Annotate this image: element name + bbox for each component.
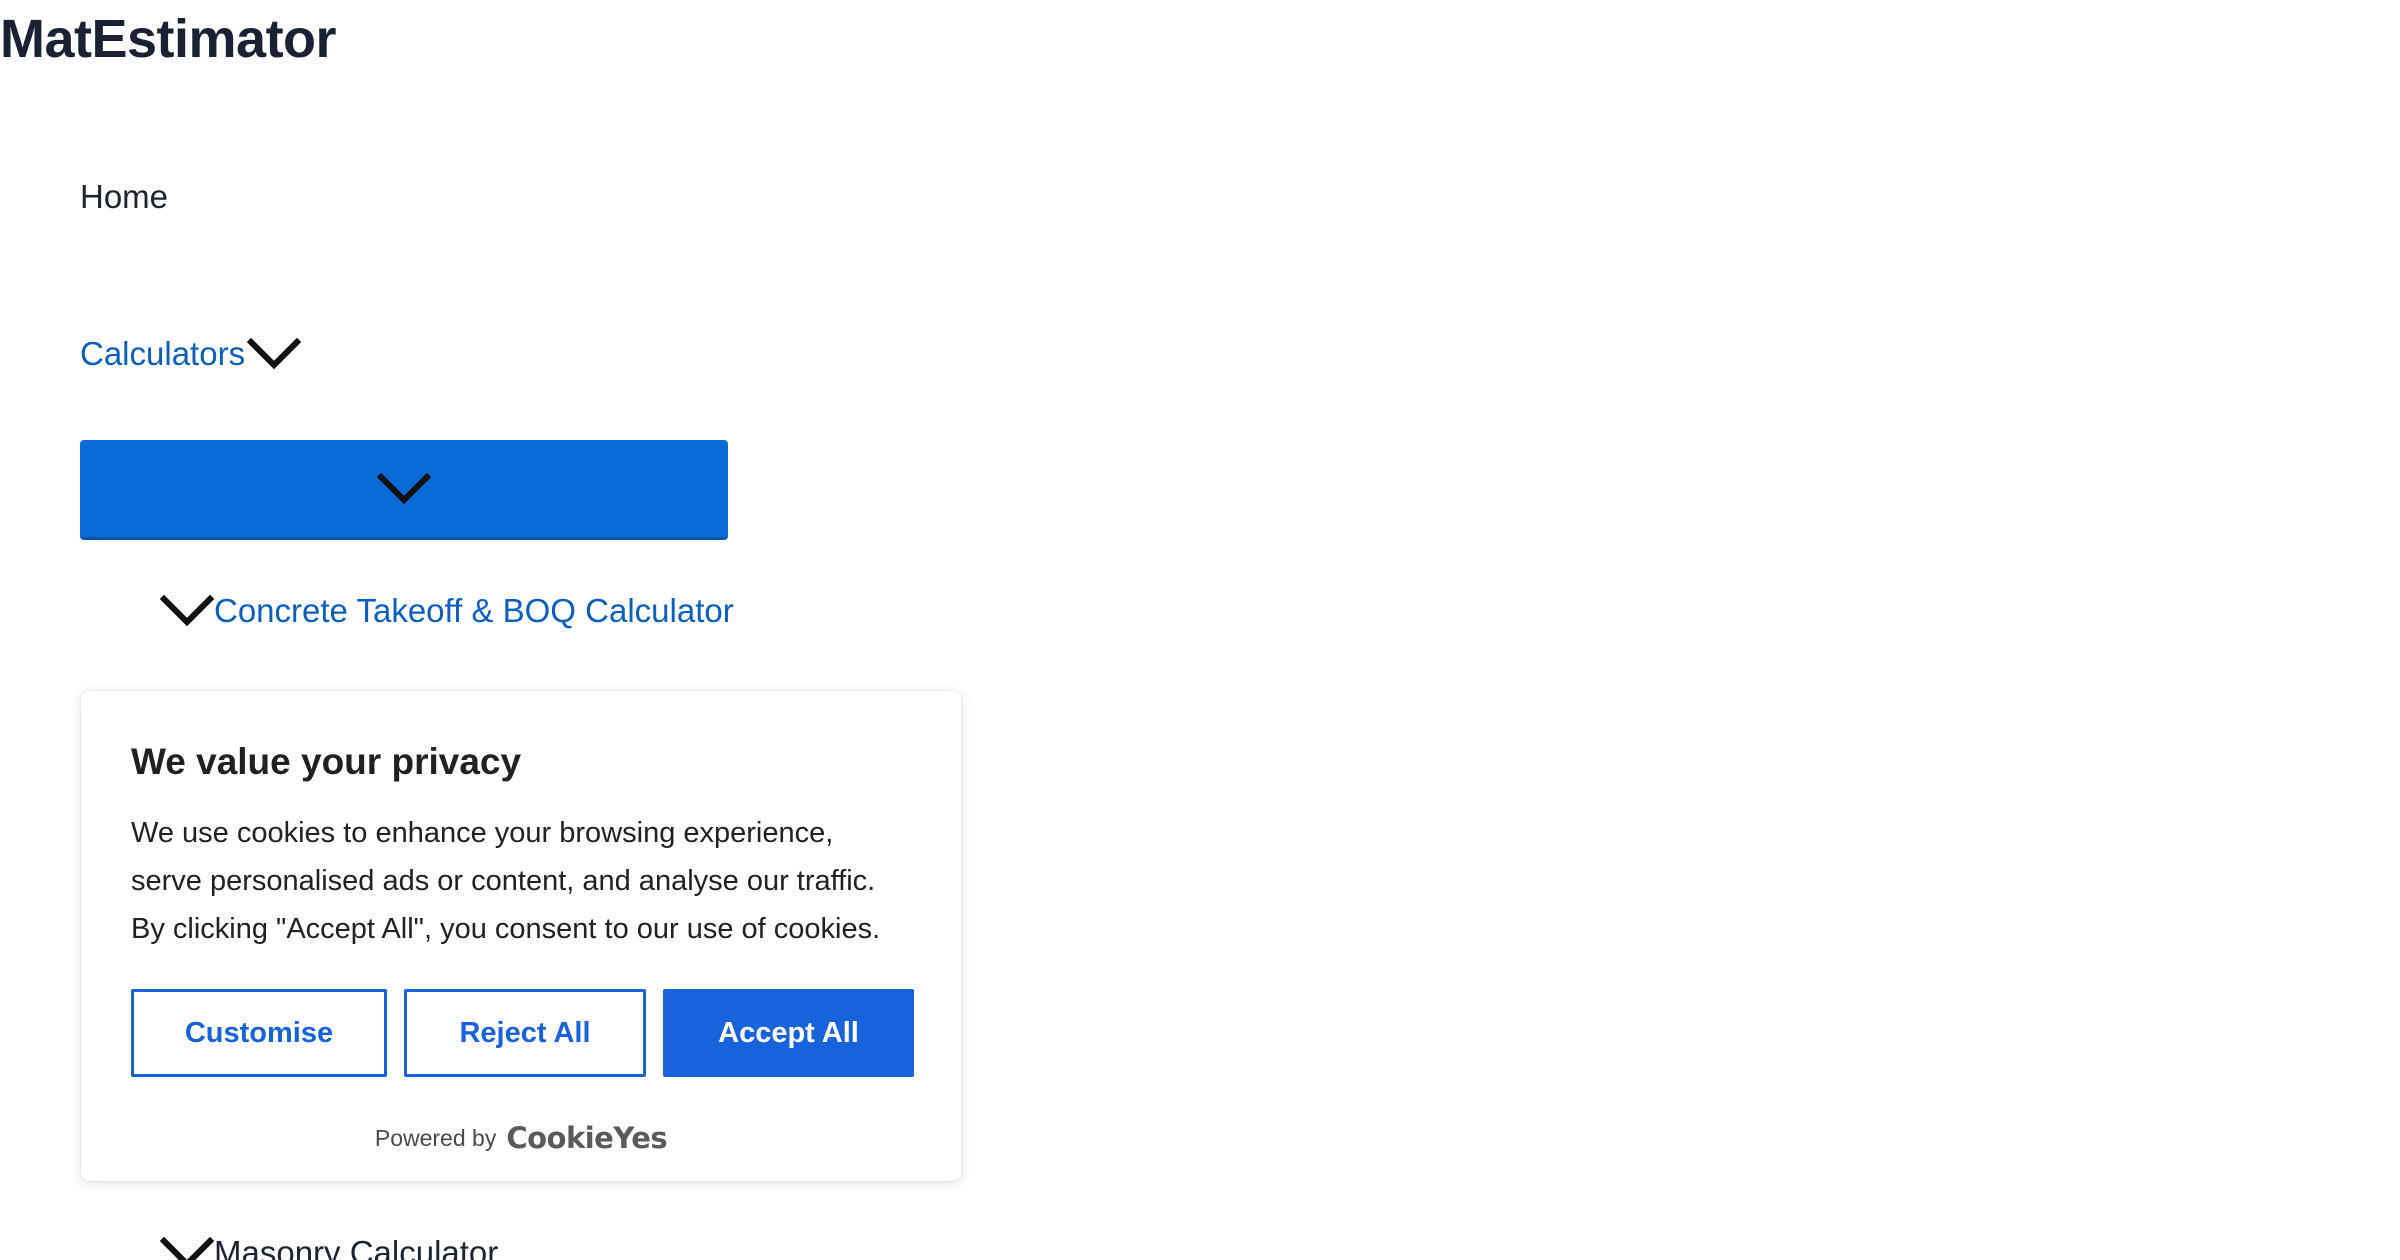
chevron-down-icon xyxy=(377,472,431,506)
chevron-down-icon[interactable] xyxy=(247,337,302,371)
cookie-banner-description: We use cookies to enhance your browsing … xyxy=(131,817,881,945)
submenu-item-label[interactable]: Masonry Calculator xyxy=(214,1234,498,1260)
submenu-item-masonry-calculator[interactable]: Masonry Calculator xyxy=(160,1234,498,1260)
submenu-toggle-button[interactable] xyxy=(80,440,728,540)
site-title[interactable]: MatEstimator xyxy=(0,8,337,70)
submenu-item-concrete-calculator[interactable]: Concrete Takeoff & BOQ Calculator xyxy=(160,592,734,630)
powered-by-label: Powered by xyxy=(374,1124,497,1151)
page: MatEstimator Home Calculators Concrete T… xyxy=(0,0,2400,1260)
chevron-down-icon[interactable] xyxy=(160,1236,214,1260)
nav-item-home[interactable]: Home xyxy=(80,178,168,216)
nav-item-calculators[interactable]: Calculators xyxy=(80,335,302,373)
reject-all-button[interactable]: Reject All xyxy=(404,989,646,1077)
chevron-down-icon[interactable] xyxy=(160,594,214,628)
cookieyes-logo[interactable]: CookieYes xyxy=(506,1121,667,1155)
cookie-banner-actions: Customise Reject All Accept All xyxy=(131,989,914,1077)
nav-calculators-label[interactable]: Calculators xyxy=(80,335,245,373)
submenu-item-label[interactable]: Concrete Takeoff & BOQ Calculator xyxy=(214,592,734,630)
accept-all-button[interactable]: Accept All xyxy=(663,989,914,1077)
cookie-consent-banner: We value your privacy We use cookies to … xyxy=(81,691,961,1181)
customise-button[interactable]: Customise xyxy=(131,989,387,1077)
cookie-banner-title: We value your privacy xyxy=(131,741,522,782)
powered-by: Powered by CookieYes xyxy=(81,1121,961,1155)
